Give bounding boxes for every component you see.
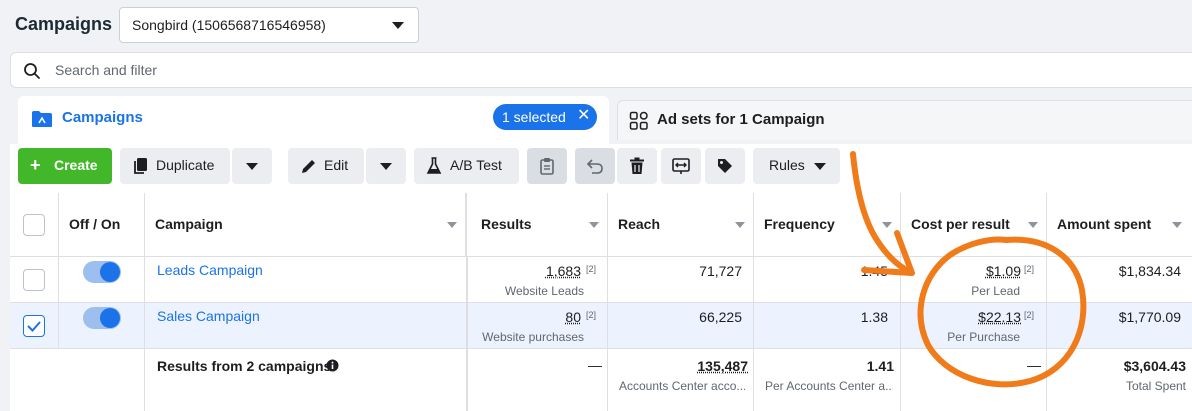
annotation-overlay xyxy=(850,151,1087,388)
annotation-arrow-shaft xyxy=(850,151,913,275)
annotation-circle xyxy=(917,236,1087,388)
